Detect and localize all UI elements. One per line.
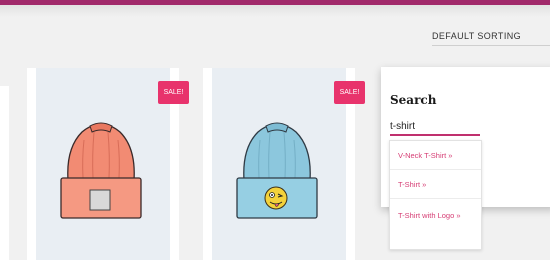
blue-beanie-image[interactable] bbox=[236, 118, 318, 222]
emoji-patch-icon bbox=[264, 186, 288, 210]
salmon-beanie-image[interactable] bbox=[60, 118, 142, 222]
beanie-crown bbox=[67, 123, 135, 181]
search-suggestions: V-Neck T-Shirt » T-Shirt » T-Shirt with … bbox=[389, 140, 482, 250]
sorting-label: DEFAULT SORTING bbox=[432, 31, 522, 41]
search-title: Search bbox=[390, 93, 437, 107]
sorting-dropdown[interactable]: DEFAULT SORTING bbox=[432, 24, 550, 46]
header-shadow bbox=[0, 5, 550, 17]
suggestion-item[interactable]: V-Neck T-Shirt » bbox=[390, 141, 481, 170]
beanie-patch bbox=[89, 189, 111, 211]
suggestion-item[interactable]: T-Shirt » bbox=[390, 170, 481, 199]
sale-badge: SALE! bbox=[334, 81, 365, 104]
beanie-crown bbox=[243, 123, 311, 181]
sale-badge: SALE! bbox=[158, 81, 189, 104]
suggestion-item[interactable]: T-Shirt with Logo » bbox=[390, 199, 481, 239]
product-card-partial[interactable] bbox=[0, 86, 9, 260]
search-input[interactable] bbox=[390, 118, 480, 136]
